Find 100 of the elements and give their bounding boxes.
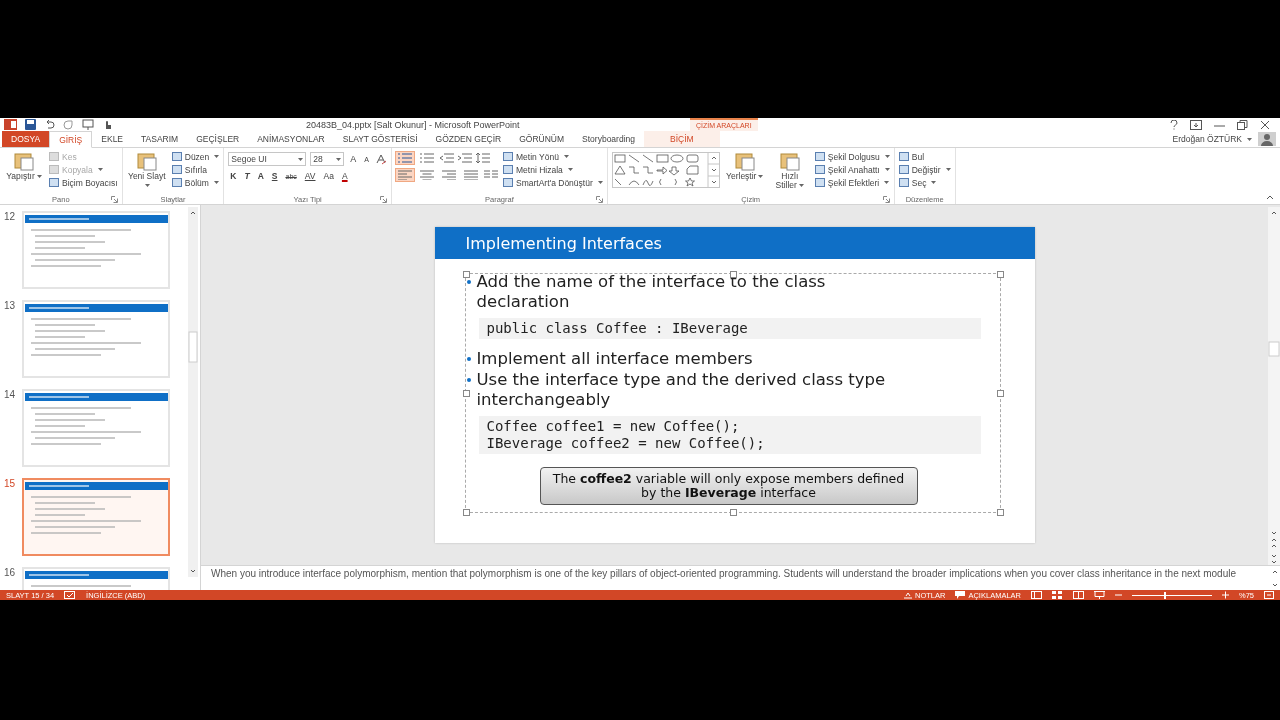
avatar-icon[interactable] <box>1258 132 1276 146</box>
ribbon-button[interactable]: Değiştir <box>898 164 951 175</box>
bullet-icon <box>466 280 471 284</box>
grid-view-icon[interactable] <box>1052 591 1063 599</box>
user-account[interactable]: Erdoğan ÖZTÜRK <box>1172 131 1258 147</box>
increase-indent-icon[interactable] <box>458 153 472 163</box>
ribbon-tab[interactable]: ANİMASYONLAR <box>248 131 334 147</box>
slide-title: Implementing Interfaces <box>434 227 1035 259</box>
ribbon-button[interactable]: Metin Yönü <box>503 151 603 162</box>
scrollbar[interactable] <box>1268 207 1280 565</box>
ribbon-tab[interactable]: GÖRÜNÜM <box>510 131 574 147</box>
ribbon-button[interactable]: Bölüm <box>171 177 220 188</box>
ribbon-tab[interactable]: DOSYA <box>2 131 50 147</box>
decrease-indent-icon[interactable] <box>440 153 454 163</box>
ribbon-button[interactable]: Düzen <box>171 151 220 162</box>
ribbon-tab[interactable]: SLAYT GÖSTERİSİ <box>333 131 427 147</box>
restore-icon[interactable] <box>1237 119 1248 130</box>
ribbon-tab[interactable]: GİRİŞ <box>49 131 93 148</box>
help-icon[interactable] <box>1170 119 1178 130</box>
bullet-text: Implement all interface members <box>476 349 753 369</box>
ribbon-button[interactable]: Şekil Dolgusu <box>814 151 890 162</box>
caret-icon <box>336 157 342 161</box>
font-size-field[interactable]: 28 <box>310 152 345 166</box>
ribbon-display-icon[interactable] <box>1190 119 1202 130</box>
ribbon-button[interactable]: Yeni Slayt <box>126 150 167 190</box>
caret-icon <box>884 168 890 171</box>
slide-thumbnail[interactable] <box>22 478 170 556</box>
callout: The coffee2 variable will only expose members defined by the IBeverage interface <box>539 467 918 505</box>
ribbon-button[interactable]: Metni Hizala <box>503 164 603 175</box>
speaker-notes[interactable]: When you introduce interface polymorphism, mention that polymorphism is one of the key pillars of object-oriented programming. Students will understand the broader implications when you cover class inheritance in the next module <box>201 566 1270 590</box>
bullet-text: Add the name of the interface to the class declaration <box>476 272 827 312</box>
command-icon <box>778 151 801 171</box>
caret-icon <box>567 168 573 171</box>
caret-icon <box>597 181 603 184</box>
ribbon-button[interactable]: Sıfırla <box>171 164 220 175</box>
command-icon <box>814 152 825 161</box>
dialog-launcher-icon[interactable] <box>882 195 890 203</box>
ribbon-button[interactable]: Biçim Boyacısı <box>49 177 118 188</box>
format-button[interactable]: Aa <box>321 171 336 181</box>
dialog-launcher-icon[interactable] <box>110 195 118 203</box>
ribbon-tab[interactable]: Storyboarding <box>573 131 644 147</box>
command-icon <box>814 165 825 174</box>
caret-icon <box>36 175 42 179</box>
format-button[interactable]: A <box>339 171 350 181</box>
line-spacing-icon[interactable] <box>476 153 490 163</box>
command-icon <box>171 178 182 187</box>
ribbon-button[interactable]: Seç <box>898 177 951 188</box>
code-block: Coffee coffee1 = new Coffee(); IBeverage coffee2 = new Coffee(); <box>478 416 981 454</box>
dialog-launcher-icon[interactable] <box>380 195 387 203</box>
slideshow-icon[interactable] <box>82 119 94 130</box>
grow-font-button[interactable]: A <box>348 154 359 164</box>
scrollbar[interactable] <box>188 207 198 577</box>
format-button[interactable]: S <box>269 171 280 181</box>
ribbon-button[interactable]: Şekil Efektleri <box>814 177 890 188</box>
ribbon-tab[interactable]: EKLE <box>92 131 133 147</box>
fit-slide-icon[interactable] <box>1264 591 1274 599</box>
collapse-ribbon-icon[interactable] <box>1266 195 1274 200</box>
command-icon <box>898 178 909 187</box>
bullet-icon <box>466 378 471 382</box>
ribbon-tab[interactable]: GÖZDEN GEÇİR <box>426 131 511 147</box>
command-icon <box>171 165 182 174</box>
ribbon-tab[interactable]: BİÇİM <box>644 131 720 147</box>
slideshow-icon[interactable] <box>1094 591 1105 599</box>
ribbon-tab[interactable]: GEÇİŞLER <box>187 131 249 147</box>
format-button[interactable]: A <box>255 171 266 181</box>
clear-format-icon[interactable] <box>375 153 387 165</box>
bullet-icon <box>466 357 471 361</box>
caret-icon <box>884 155 890 158</box>
slide-canvas[interactable] <box>434 227 1035 543</box>
ribbon-tab[interactable]: TASARIM <box>132 131 188 147</box>
command-icon <box>814 178 825 187</box>
zoom-in-icon[interactable] <box>1222 591 1229 599</box>
normal-view-icon[interactable] <box>1031 591 1042 599</box>
spelling-icon[interactable] <box>64 590 77 600</box>
shapes-gallery[interactable] <box>611 152 720 188</box>
ribbon-button[interactable]: Hızlı Stiller <box>769 150 810 190</box>
format-button[interactable]: AV <box>302 171 318 181</box>
caret-icon <box>214 155 220 158</box>
caret-icon <box>758 175 764 179</box>
ribbon-button[interactable]: Şekil Anahattı <box>814 164 890 175</box>
ribbon-button[interactable]: SmartArt'a Dönüştür <box>503 177 603 188</box>
ribbon-button[interactable]: Yerleştir <box>724 150 765 181</box>
dialog-launcher-icon[interactable] <box>595 195 603 203</box>
ribbon-button[interactable]: Bul <box>898 151 951 162</box>
ribbon-button[interactable]: Yapıştır <box>4 150 44 181</box>
reading-view-icon[interactable] <box>1073 591 1084 599</box>
undo-icon[interactable] <box>44 119 55 130</box>
caret-icon <box>1247 137 1252 141</box>
caret-icon <box>97 168 103 171</box>
command-icon <box>171 152 182 161</box>
caret-icon <box>298 157 304 161</box>
caret-icon <box>798 184 804 188</box>
font-name-field[interactable]: Segoe UI <box>228 152 307 166</box>
close-icon[interactable] <box>1260 119 1270 130</box>
format-button[interactable]: K <box>228 171 239 181</box>
slide-number: 16 <box>4 567 17 578</box>
caret-icon <box>931 181 937 184</box>
format-button[interactable]: T <box>242 171 252 181</box>
save-icon[interactable] <box>25 119 36 130</box>
code-block: public class Coffee : IBeverage <box>478 318 981 339</box>
